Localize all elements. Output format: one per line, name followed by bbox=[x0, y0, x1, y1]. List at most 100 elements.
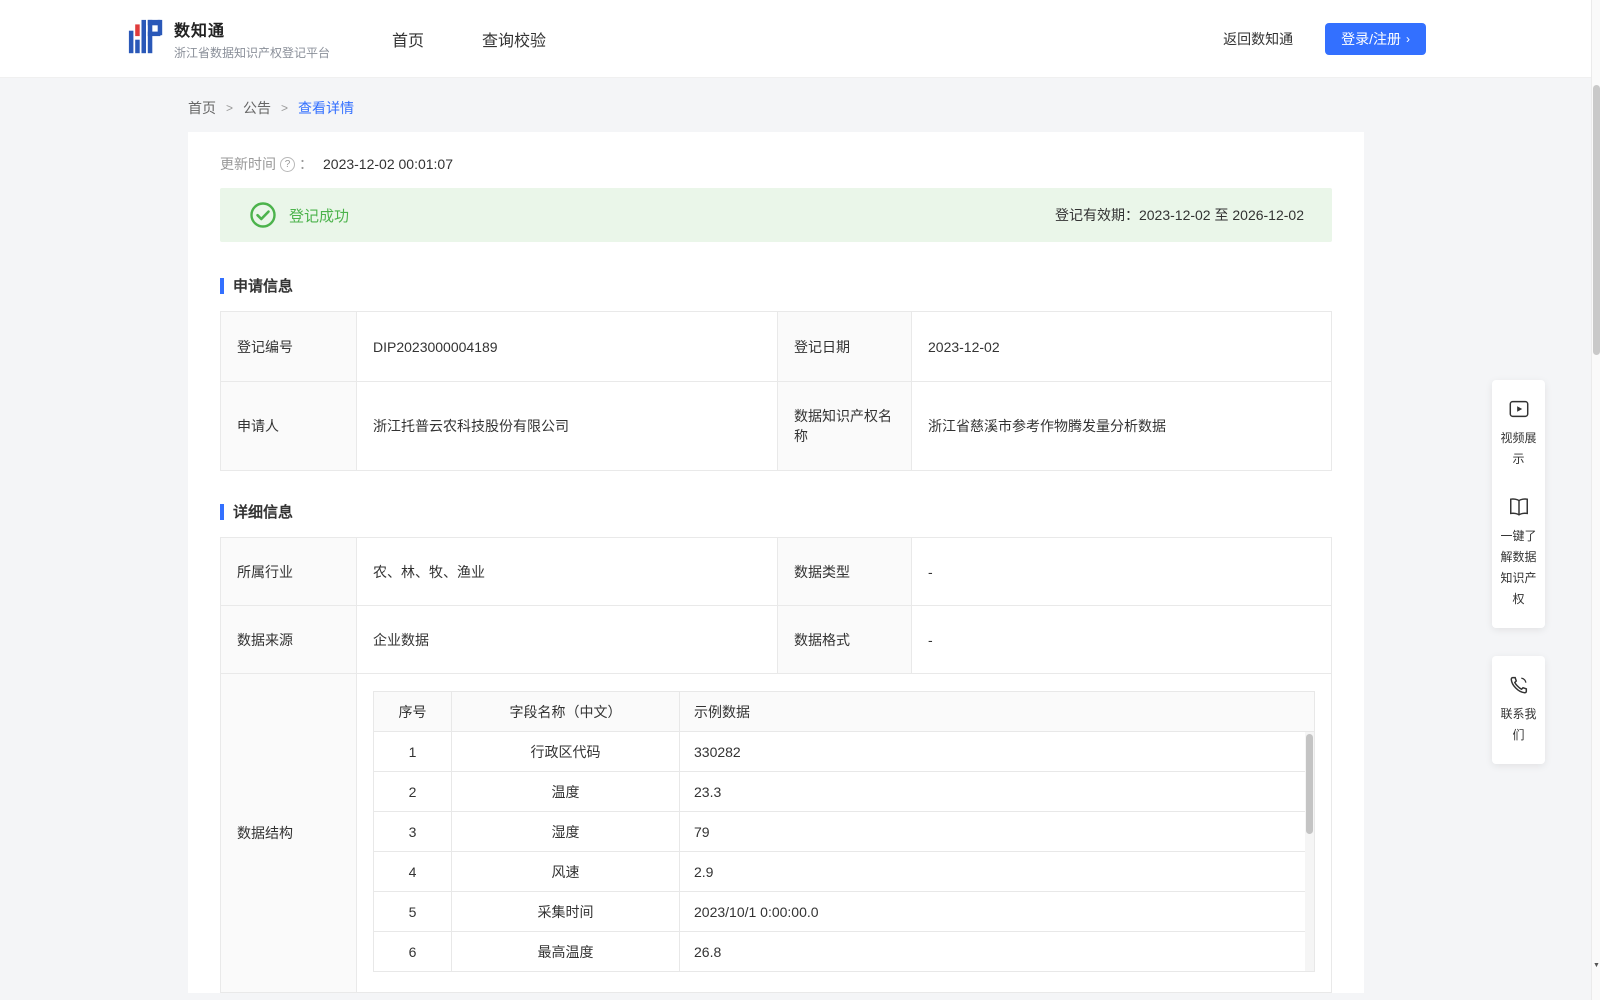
applicant-value: 浙江托普云农科技股份有限公司 bbox=[356, 381, 778, 471]
structure-scrollbar[interactable] bbox=[1305, 732, 1314, 971]
detail-card: 更新时间 ? ： 2023-12-02 00:01:07 登记成功 登记有效期：… bbox=[188, 132, 1364, 993]
structure-table-row: 5 采集时间 2023/10/1 0:00:00.0 bbox=[373, 891, 1315, 932]
update-time-value: 2023-12-02 00:01:07 bbox=[323, 156, 453, 172]
structure-table: 序号 字段名称（中文） 示例数据 1 行政区代码 330282 2 温度 23.3 3 湿度 7… bbox=[373, 691, 1315, 972]
help-icon[interactable]: ? bbox=[280, 156, 295, 172]
reg-no-label: 登记编号 bbox=[220, 311, 357, 382]
update-time-colon: ： bbox=[299, 156, 313, 172]
nav-item-home[interactable]: 首页 bbox=[392, 27, 424, 51]
structure-table-cell: 4 bbox=[373, 851, 452, 892]
header-right: 返回数知通 登录/注册 › bbox=[1223, 22, 1426, 55]
industry-label: 所属行业 bbox=[220, 537, 357, 606]
video-showcase-item[interactable]: 视频展示 bbox=[1495, 392, 1542, 476]
section-bar-icon bbox=[220, 503, 224, 520]
data-format-value: - bbox=[911, 605, 1332, 674]
dip-name-label: 数据知识产权名 称 bbox=[777, 381, 912, 471]
section-title-apply-text: 申请信息 bbox=[233, 278, 294, 295]
section-bar-icon bbox=[220, 277, 224, 294]
breadcrumb-separator: > bbox=[281, 101, 289, 115]
data-source-value: 企业数据 bbox=[356, 605, 778, 674]
industry-value: 农、林、牧、渔业 bbox=[356, 537, 778, 606]
structure-table-row: 6 最高温度 26.8 bbox=[373, 931, 1315, 972]
breadcrumb-item-home[interactable]: 首页 bbox=[188, 98, 216, 118]
structure-table-cell: 3 bbox=[373, 811, 452, 852]
structure-table-cell: 2023/10/1 0:00:00.0 bbox=[679, 891, 1315, 932]
main-nav: 首页 查询校验 bbox=[392, 27, 546, 51]
login-button[interactable]: 登录/注册 › bbox=[1325, 22, 1426, 55]
structure-table-row: 2 温度 23.3 bbox=[373, 771, 1315, 812]
video-label: 视频展示 bbox=[1500, 431, 1537, 466]
structure-table-cell: 2.9 bbox=[679, 851, 1315, 892]
structure-table-cell: 采集时间 bbox=[451, 891, 680, 932]
dip-name-value: 浙江省慈溪市参考作物腾发量分析数据 bbox=[911, 381, 1332, 471]
section-title-detail: 详细信息 bbox=[220, 501, 1332, 522]
section-title-apply: 申请信息 bbox=[220, 275, 1332, 296]
structure-header-field: 字段名称（中文） bbox=[451, 691, 680, 732]
scroll-down-icon[interactable]: ▼ bbox=[1592, 958, 1600, 972]
structure-table-cell: 湿度 bbox=[451, 811, 680, 852]
table-row: 数据来源 企业数据 数据格式 - bbox=[220, 605, 1332, 674]
structure-table-cell: 79 bbox=[679, 811, 1315, 852]
structure-table-cell: 最高温度 bbox=[451, 931, 680, 972]
structure-table-body: 1 行政区代码 330282 2 温度 23.3 3 湿度 79 4 风速 2.9 5 采集时间 2023/… bbox=[373, 731, 1315, 972]
data-type-value: - bbox=[911, 537, 1332, 606]
structure-table-cell: 1 bbox=[373, 731, 452, 772]
learn-label: 一键了解数据知识产权 bbox=[1500, 529, 1537, 606]
book-icon bbox=[1508, 496, 1530, 521]
applicant-label: 申请人 bbox=[220, 381, 357, 471]
page-scrollbar-thumb[interactable] bbox=[1593, 85, 1600, 355]
structure-table-cell: 2 bbox=[373, 771, 452, 812]
table-row: 所属行业 农、林、牧、渔业 数据类型 - bbox=[220, 537, 1332, 606]
status-text: 登记成功 bbox=[289, 207, 350, 225]
structure-table-wrap: 序号 字段名称（中文） 示例数据 1 行政区代码 330282 2 温度 23.3 3 湿度 7… bbox=[373, 691, 1315, 972]
data-source-label: 数据来源 bbox=[220, 605, 357, 674]
logo-subtitle: 浙江省数据知识产权登记平台 bbox=[174, 45, 331, 60]
page-scrollbar[interactable]: ▼ bbox=[1591, 0, 1600, 1000]
structure-header-row: 序号 字段名称（中文） 示例数据 bbox=[373, 691, 1315, 732]
structure-label: 数据结构 bbox=[220, 673, 357, 993]
section-title-detail-text: 详细信息 bbox=[233, 504, 294, 521]
chevron-right-icon: › bbox=[1406, 31, 1410, 46]
contact-item[interactable]: 联系我们 bbox=[1495, 668, 1542, 752]
structure-table-cell: 温度 bbox=[451, 771, 680, 812]
success-banner: 登记成功 登记有效期：2023-12-02 至 2026-12-02 bbox=[220, 188, 1332, 242]
video-icon bbox=[1508, 398, 1530, 423]
learn-dip-item[interactable]: 一键了解数据知识产权 bbox=[1495, 490, 1542, 616]
table-row: 申请人 浙江托普云农科技股份有限公司 数据知识产权名 称 浙江省慈溪市参考作物腾… bbox=[220, 381, 1332, 471]
apply-info-table: 登记编号 DIP2023000004189 登记日期 2023-12-02 申请… bbox=[220, 311, 1332, 471]
table-row: 登记编号 DIP2023000004189 登记日期 2023-12-02 bbox=[220, 311, 1332, 382]
structure-header-index: 序号 bbox=[373, 691, 452, 732]
logo-icon bbox=[128, 19, 164, 58]
detail-info-table: 所属行业 农、林、牧、渔业 数据类型 - 数据来源 企业数据 数据格式 - 数据… bbox=[220, 537, 1332, 993]
table-row: 数据结构 序号 字段名称（中文） 示例数据 1 行政区代码 330282 2 温度 23.… bbox=[220, 673, 1332, 993]
structure-table-row: 3 湿度 79 bbox=[373, 811, 1315, 852]
logo[interactable]: 数知通 浙江省数据知识产权登记平台 bbox=[128, 17, 330, 61]
floating-card-contact: 联系我们 bbox=[1492, 656, 1545, 764]
check-circle-icon bbox=[250, 202, 276, 228]
floating-panel: 视频展示 一键了解数据知识产权 联系我们 bbox=[1492, 380, 1545, 792]
structure-table-cell: 23.3 bbox=[679, 771, 1315, 812]
structure-table-cell: 6 bbox=[373, 931, 452, 972]
reg-date-label: 登记日期 bbox=[777, 311, 912, 382]
data-type-label: 数据类型 bbox=[777, 537, 912, 606]
contact-label: 联系我们 bbox=[1500, 707, 1537, 742]
header: 数知通 浙江省数据知识产权登记平台 首页 查询校验 返回数知通 登录/注册 › bbox=[0, 0, 1600, 78]
nav-item-verify[interactable]: 查询校验 bbox=[482, 27, 546, 51]
breadcrumb-item-notice[interactable]: 公告 bbox=[243, 98, 271, 118]
logo-title: 数知通 bbox=[174, 22, 226, 40]
structure-table-cell: 行政区代码 bbox=[451, 731, 680, 772]
structure-table-cell: 330282 bbox=[679, 731, 1315, 772]
reg-no-value: DIP2023000004189 bbox=[356, 311, 778, 382]
breadcrumb-item-detail: 查看详情 bbox=[298, 100, 355, 116]
structure-scrollbar-thumb[interactable] bbox=[1306, 734, 1313, 834]
validity-text: 登记有效期：2023-12-02 至 2026-12-02 bbox=[1054, 207, 1304, 223]
breadcrumb: 首页 > 公告 > 查看详情 bbox=[188, 98, 1600, 118]
update-time-label: 更新时间 bbox=[220, 156, 276, 172]
structure-header-sample: 示例数据 bbox=[679, 691, 1315, 732]
login-button-label: 登录/注册 bbox=[1341, 30, 1401, 47]
update-time-row: 更新时间 ? ： 2023-12-02 00:01:07 bbox=[220, 154, 1332, 174]
structure-table-cell: 26.8 bbox=[679, 931, 1315, 972]
structure-table-cell: 风速 bbox=[451, 851, 680, 892]
back-link[interactable]: 返回数知通 bbox=[1223, 29, 1293, 49]
phone-icon bbox=[1508, 674, 1530, 699]
